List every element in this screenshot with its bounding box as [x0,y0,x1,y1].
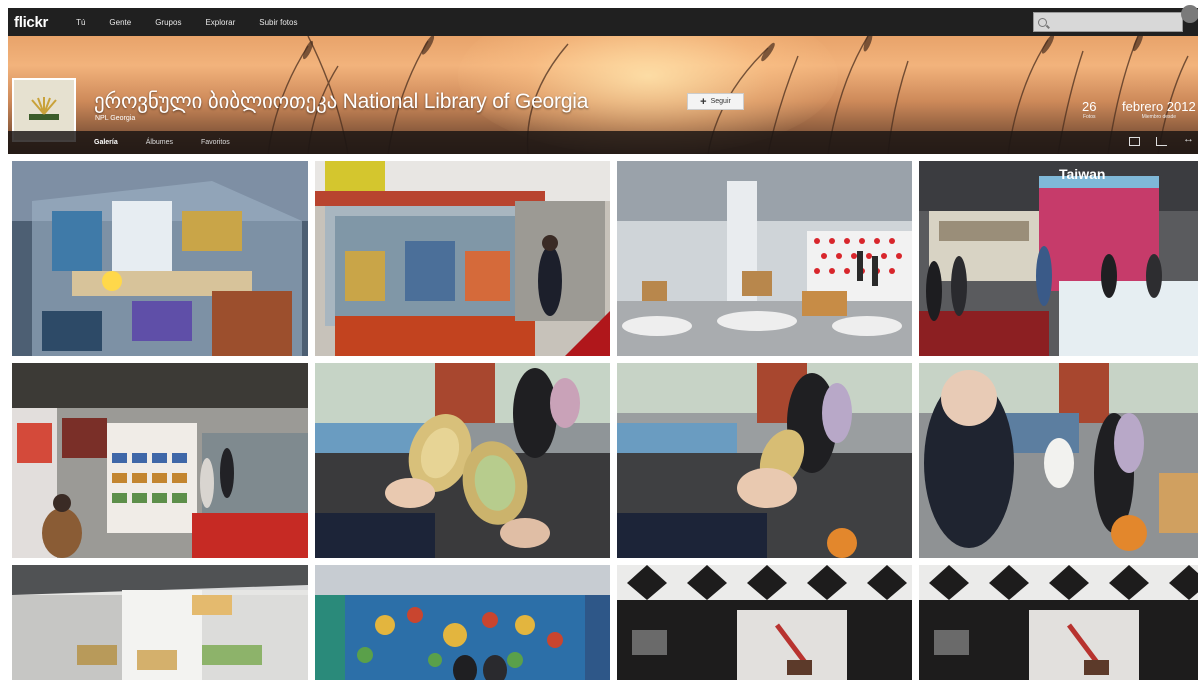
user-avatar[interactable] [1181,5,1198,23]
stat-member-since-value: febrero 2012 [1122,99,1196,114]
svg-text:Taiwan: Taiwan [1059,166,1105,182]
share-icon[interactable] [1156,137,1167,146]
page: flickr Tú Gente Grupos Explorar Subir fo… [0,0,1198,680]
photo-golden-books-2[interactable] [617,363,912,558]
search-box[interactable] [1033,12,1183,32]
stat-member-since: febrero 2012 Miembro desde [1122,99,1196,120]
photo-display-case[interactable] [12,161,308,356]
photo-bookshelves-aisle[interactable] [12,363,308,558]
top-navigation: flickr Tú Gente Grupos Explorar Subir fo… [8,8,1198,36]
flickr-logo[interactable]: flickr [14,14,48,31]
nav-subir-fotos[interactable]: Subir fotos [259,18,297,27]
search-icon[interactable] [1038,17,1047,27]
follow-button[interactable]: + Seguir [687,93,744,110]
photo-white-booth[interactable] [12,565,308,680]
plus-icon: + [700,95,707,108]
slideshow-icon[interactable] [1129,137,1140,146]
expand-icon[interactable] [1183,133,1194,146]
tab-albumes[interactable]: Álbumes [146,139,173,146]
tab-galeria[interactable]: Galería [94,139,118,146]
stat-member-since-label: Miembro desde [1141,114,1177,120]
profile-subtitle: NPL Georgia [95,115,136,122]
search-input[interactable] [1051,14,1181,30]
follow-label: Seguir [710,98,731,105]
stat-photos: 26 Fotos [1082,99,1096,120]
nav-tu[interactable]: Tú [76,18,85,27]
photo-bookstand-red[interactable] [315,161,610,356]
photo-golden-books-3[interactable] [919,363,1198,558]
photo-dark-booth-2[interactable] [919,565,1198,680]
photo-colorful-booth[interactable] [315,565,610,680]
nav-grupos[interactable]: Grupos [155,18,181,27]
nav-gente[interactable]: Gente [109,18,131,27]
nav-explorar[interactable]: Explorar [205,18,235,27]
library-emblem-icon [29,97,59,120]
tab-toolbar [1129,133,1194,146]
profile-name: ეროვნული ბიბლიოთეკა National Library of … [94,90,589,113]
photo-exhibit-hall-polkadot[interactable] [617,161,912,356]
stat-photos-count: 26 [1082,99,1097,114]
profile-tabs: Galería Álbumes Favoritos [8,131,1198,154]
stat-photos-label: Fotos [1082,114,1096,120]
photo-taiwan-booth[interactable]: Taiwan [919,161,1198,356]
photo-dark-booth-1[interactable] [617,565,912,680]
photo-golden-books-1[interactable] [315,363,610,558]
tab-favoritos[interactable]: Favoritos [201,139,230,146]
